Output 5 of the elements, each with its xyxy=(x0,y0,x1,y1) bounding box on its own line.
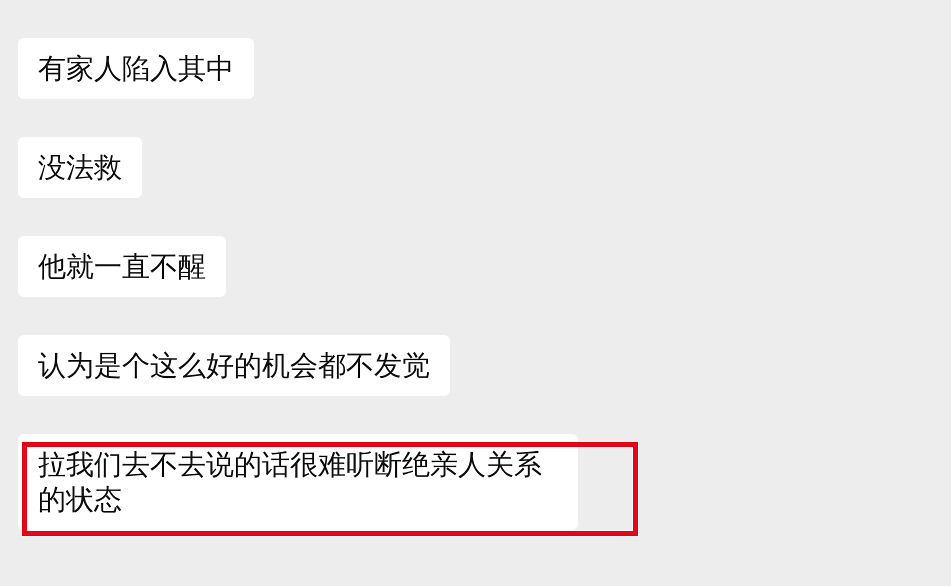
message-bubble: 有家人陷入其中 xyxy=(18,38,254,99)
message-bubble: 没法救 xyxy=(18,137,142,198)
message-bubble: 认为是个这么好的机会都不发觉 xyxy=(18,335,450,396)
message-bubble: 他就一直不醒 xyxy=(18,236,226,297)
message-bubble: 拉我们去不去说的话很难听断绝亲人关系的状态 xyxy=(18,434,578,530)
